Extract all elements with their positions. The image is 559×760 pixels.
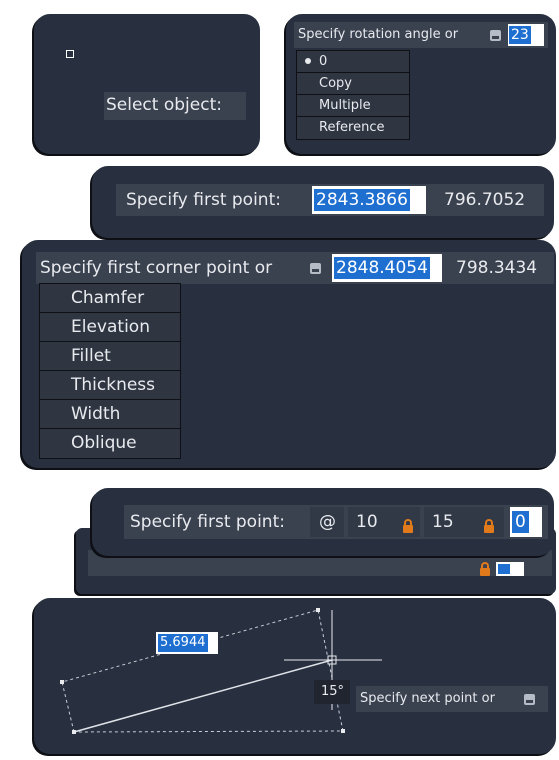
dimension-outline [61,609,344,733]
rotation-input[interactable]: 23 [508,24,544,46]
corner-option-label: Fillet [71,346,111,366]
next-point-prompt-bar: Specify next point or [356,686,548,712]
next-point-prompt: Specify next point or [360,691,495,706]
rotation-prompt-bar: Specify rotation angle or 23 [294,22,548,48]
first-point-x-input[interactable]: 2843.3866 [312,186,426,214]
corner-x-value: 2848.4054 [334,257,430,279]
relative-z-input[interactable]: 0 [510,507,542,537]
relative-y-value: 15 [432,512,454,532]
rotation-option-multiple[interactable]: Multiple [297,95,409,117]
rotation-options-menu: 0 Copy Multiple Reference [296,50,410,140]
corner-option-width[interactable]: Width [40,400,180,429]
pickbox-cursor [66,50,74,58]
rotation-option-reference[interactable]: Reference [297,117,409,139]
grip-point [60,680,64,684]
corner-option-label: Oblique [71,433,137,453]
relative-z-value: 0 [512,511,529,533]
corner-options-menu: Chamfer Elevation Fillet Thickness Width… [39,283,181,459]
first-point-x-value: 2843.3866 [314,189,410,211]
first-point-y-value[interactable]: 796.7052 [444,190,525,210]
drawn-line [73,659,333,733]
rotation-option-label: Reference [319,120,385,135]
corner-prompt-bar: Specify first corner point or 2848.4054 … [36,252,554,284]
select-object-tooltip: Select object: [104,92,246,120]
corner-panel: Specify first corner point or 2848.4054 … [22,240,556,468]
relative-point-panel: Specify first point: @ 10 15 0 [92,488,554,556]
download-icon[interactable] [310,263,321,274]
select-object-prompt: Select object: [106,95,222,115]
corner-option-elevation[interactable]: Elevation [40,313,180,342]
lock-icon[interactable] [403,519,413,533]
select-object-panel: Select object: [34,14,260,154]
rotation-option-copy[interactable]: Copy [297,73,409,95]
rotation-panel: Specify rotation angle or 23 0 Copy Mult… [286,14,556,154]
angle-box[interactable]: 15° [314,680,350,704]
rotation-option-label: Multiple [319,98,371,113]
back-input [496,562,524,576]
corner-option-thickness[interactable]: Thickness [40,371,180,400]
first-point-panel: Specify first point: 2843.3866 796.7052 [92,166,554,238]
corner-option-label: Thickness [71,375,156,395]
corner-option-label: Elevation [71,317,150,337]
lock-icon[interactable] [484,519,494,533]
corner-option-fillet[interactable]: Fillet [40,342,180,371]
corner-option-label: Width [71,404,121,424]
grip-point [72,730,76,734]
relative-point-bar: Specify first point: @ 10 15 0 [124,505,548,539]
relative-at-symbol: @ [319,512,336,532]
grip-point [341,729,345,733]
relative-x-cell[interactable]: 10 [348,507,420,537]
corner-y-value[interactable]: 798.3434 [456,258,537,278]
corner-option-oblique[interactable]: Oblique [40,429,180,458]
distance-value: 5.6944 [158,634,208,652]
download-icon[interactable] [490,30,501,41]
relative-x-value: 10 [356,512,378,532]
lock-icon [480,562,490,576]
drawing-canvas [60,608,382,734]
back-input-selection [498,564,510,574]
download-icon[interactable] [524,694,535,705]
first-point-prompt: Specify first point: [126,190,281,210]
corner-option-chamfer[interactable]: Chamfer [40,284,180,313]
rotation-value: 23 [509,26,531,44]
selected-bullet-icon [305,58,311,64]
rotation-prompt: Specify rotation angle or [298,27,459,42]
corner-x-input[interactable]: 2848.4054 [332,254,442,282]
rotation-option-label: 0 [319,54,328,69]
relative-y-cell[interactable]: 15 [424,507,504,537]
distance-input[interactable]: 5.6944 [156,632,218,654]
relative-point-prompt: Specify first point: [130,512,285,532]
next-point-panel: 5.6944 15° Specify next point or [34,598,556,754]
corner-prompt: Specify first corner point or [40,258,273,278]
grip-point [316,608,320,612]
angle-value: 15° [321,684,345,699]
rotation-option-0[interactable]: 0 [297,51,409,73]
relative-at-cell: @ [310,507,344,537]
corner-option-label: Chamfer [71,288,145,308]
rotation-option-label: Copy [319,76,352,91]
first-point-bar: Specify first point: 2843.3866 796.7052 [116,184,544,216]
